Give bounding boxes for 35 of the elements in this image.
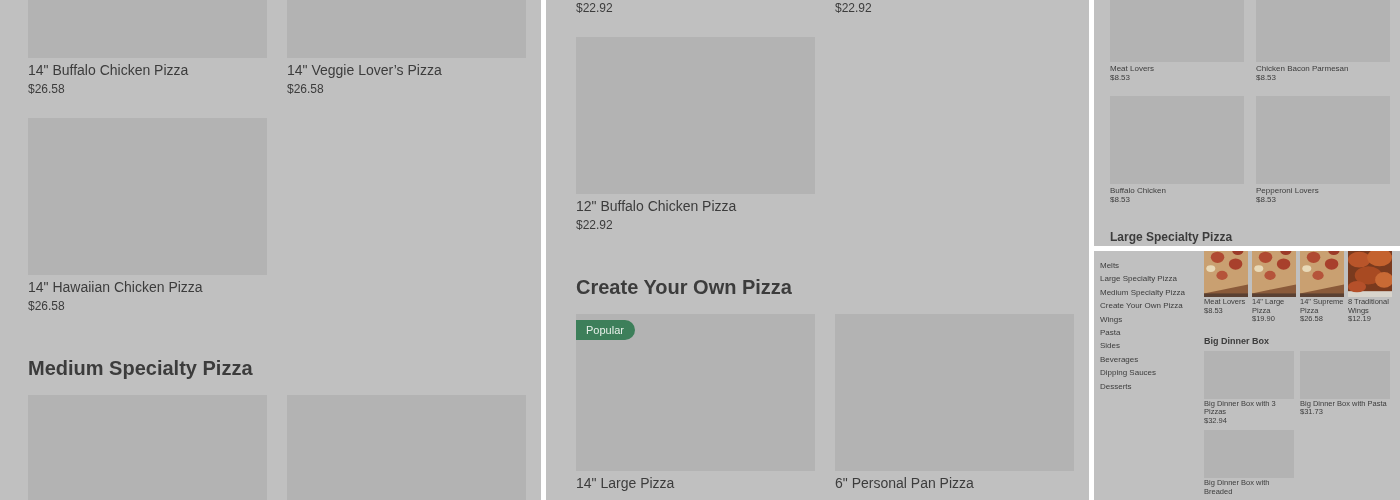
item-name: 14" Buffalo Chicken Pizza [28,61,190,79]
item-name: Chicken Bacon Parmesan [1256,64,1350,74]
section-heading: Big Dinner Box [1204,335,1270,347]
section-heading: Create Your Own Pizza [576,275,793,300]
item-name: 14" Hawaiian Chicken Pizza [28,278,204,296]
item-price: $8.53 [1256,74,1278,82]
item-name: Pepperoni Lovers [1256,186,1320,196]
item-price: $22.92 [835,0,873,17]
category-link[interactable]: Create Your Own Pizza [1100,299,1183,313]
item-price: $26.58 [287,81,325,98]
item-name: 12" Buffalo Chicken Pizza [576,197,738,215]
section-heading: Large Specialty Pizza [1110,229,1234,245]
item-price: $8.53 [1110,196,1132,204]
item-name: 6" Personal Pan Pizza [835,474,975,492]
category-link[interactable]: Large Specialty Pizza [1100,272,1177,286]
section-heading: Medium Specialty Pizza [28,356,254,381]
item-price: $26.58 [28,81,66,98]
category-link[interactable]: Desserts [1100,379,1132,394]
popular-badge: Popular [576,320,635,340]
item-price: $8.53 [1256,196,1278,204]
category-link[interactable]: Beverages [1100,352,1139,367]
item-price: $22.92 [576,0,614,17]
category-link[interactable]: Medium Specialty Pizza [1100,285,1185,300]
item-price: $8.53 [1110,74,1132,82]
category-link[interactable]: Wings [1100,312,1123,327]
item-price: $22.92 [576,217,614,234]
category-link[interactable]: Sides [1100,339,1120,353]
item-name: 14" Large Pizza [576,474,676,492]
item-name: Buffalo Chicken [1110,186,1167,196]
category-link[interactable]: Dipping Sauces [1100,366,1157,380]
category-link[interactable]: Pasta [1100,326,1121,340]
item-name: 14" Veggie Lover’s Pizza [287,61,443,79]
item-price: $26.58 [28,298,66,315]
category-link[interactable]: Melts [1100,259,1120,273]
item-name: Meat Lovers [1110,64,1156,74]
